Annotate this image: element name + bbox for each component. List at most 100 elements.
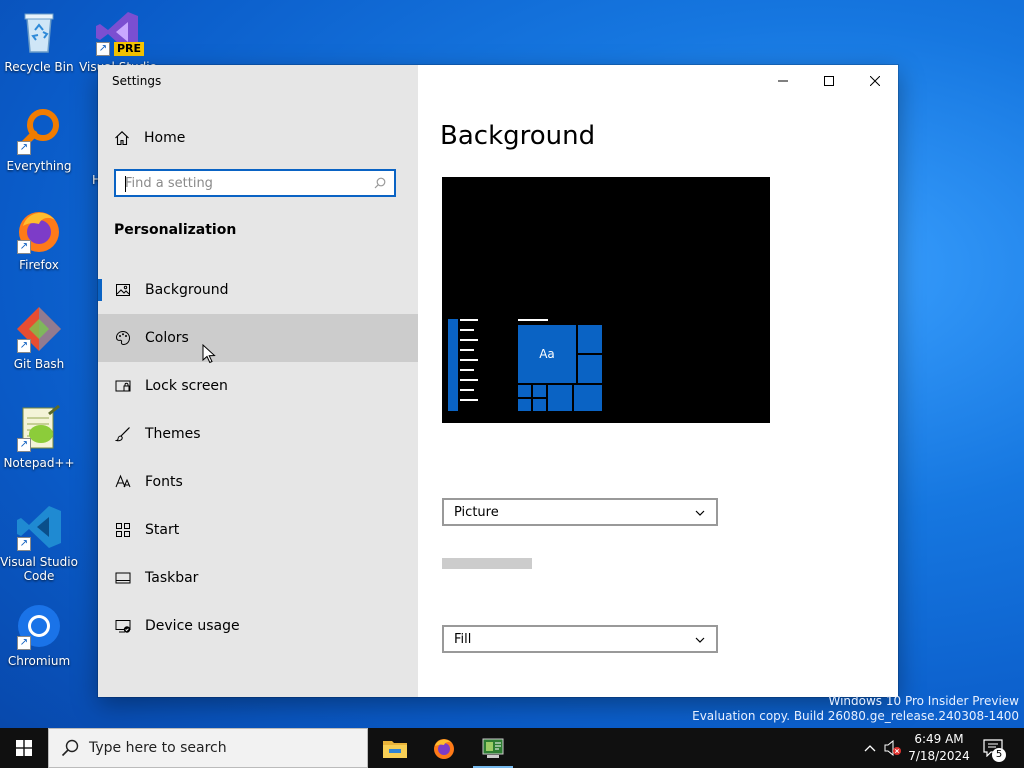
mouse-cursor-icon xyxy=(202,344,216,364)
preview-start-strip xyxy=(448,319,458,411)
shortcut-arrow-icon: ↗ xyxy=(17,141,31,155)
desktop-icon-vscode[interactable]: ↗ Visual Studio Code xyxy=(0,503,78,583)
brush-icon xyxy=(115,426,131,442)
desktop-icon-git-bash[interactable]: ↗ Git Bash xyxy=(0,305,78,371)
preview-tile xyxy=(578,325,602,353)
maximize-icon xyxy=(824,76,834,86)
taskbar-icon xyxy=(115,570,131,586)
volume-button[interactable] xyxy=(882,728,904,768)
home-icon xyxy=(115,131,129,146)
dropdown-value: Fill xyxy=(454,631,472,647)
home-label: Home xyxy=(144,130,186,146)
pre-badge: PRE xyxy=(113,42,144,56)
nav-label: Colors xyxy=(145,330,189,346)
search-icon xyxy=(61,739,79,757)
desktop-icon-firefox[interactable]: ↗ Firefox xyxy=(0,206,78,272)
shortcut-arrow-icon: ↗ xyxy=(17,636,31,650)
nav-item-taskbar[interactable]: Taskbar xyxy=(98,554,418,602)
lock-screen-icon xyxy=(115,378,131,394)
settings-sidebar: Settings Home Personalization Background… xyxy=(98,65,418,697)
nav-item-themes[interactable]: Themes xyxy=(98,410,418,458)
dropdown-value: Picture xyxy=(454,504,499,520)
text-caret xyxy=(125,176,126,192)
git-bash-icon: ↗ xyxy=(15,305,63,353)
firefox-icon xyxy=(434,739,454,759)
file-explorer-icon xyxy=(383,741,407,758)
taskbar: Type here to search 6:49 AM 7/18/2024 5 xyxy=(0,728,1024,768)
notification-count-badge: 5 xyxy=(992,748,1006,762)
nav-label: Themes xyxy=(145,426,201,442)
nav-item-fonts[interactable]: Fonts xyxy=(98,458,418,506)
shortcut-arrow-icon: ↗ xyxy=(17,240,31,254)
desktop-icon-everything[interactable]: ↗ Everything xyxy=(0,107,78,173)
clock-date: 7/18/2024 xyxy=(908,749,970,763)
taskbar-settings-app[interactable] xyxy=(469,728,517,768)
nav-item-background[interactable]: Background xyxy=(98,266,418,314)
desktop-icon-label: Everything xyxy=(6,159,72,173)
preview-tile xyxy=(548,385,572,411)
taskbar-search-box[interactable]: Type here to search xyxy=(48,728,368,768)
preview-tile xyxy=(518,399,531,411)
nav-item-colors[interactable]: Colors xyxy=(98,314,418,364)
desktop-icon-label: Recycle Bin xyxy=(4,60,74,74)
settings-search-input[interactable] xyxy=(116,171,365,195)
home-link[interactable]: Home xyxy=(114,127,185,149)
nav-label: Device usage xyxy=(145,618,240,634)
desktop-icon-label: Visual Studio Code xyxy=(0,555,78,583)
close-button[interactable] xyxy=(852,65,898,97)
taskbar-file-explorer[interactable] xyxy=(371,728,419,768)
preview-tiles-header xyxy=(518,319,548,321)
minimize-icon xyxy=(778,80,788,82)
nav-label: Lock screen xyxy=(145,378,228,394)
desktop-icon-label: Git Bash xyxy=(13,357,65,371)
loading-placeholder xyxy=(442,558,532,569)
picture-icon xyxy=(115,282,131,298)
taskbar-clock[interactable]: 6:49 AM 7/18/2024 xyxy=(904,731,974,765)
chevron-down-icon xyxy=(695,510,705,516)
visual-studio-icon: PRE ↗ xyxy=(94,8,144,56)
shortcut-arrow-icon: ↗ xyxy=(96,42,110,56)
chromium-icon: ↗ xyxy=(15,602,63,650)
watermark-line1: Windows 10 Pro Insider Preview xyxy=(828,694,1019,708)
recycle-bin-icon xyxy=(15,8,63,56)
everything-icon: ↗ xyxy=(15,107,63,155)
start-grid-icon xyxy=(115,522,131,538)
desktop-icon-label: Notepad++ xyxy=(3,456,75,470)
section-title: Personalization xyxy=(114,222,237,238)
nav-item-device-usage[interactable]: Device usage xyxy=(98,602,418,650)
clock-time: 6:49 AM xyxy=(914,732,964,746)
desktop-icon-chromium[interactable]: ↗ Chromium xyxy=(0,602,78,668)
start-button[interactable] xyxy=(0,728,48,768)
shortcut-arrow-icon: ↗ xyxy=(17,438,31,452)
preview-tile xyxy=(578,355,602,383)
window-title: Settings xyxy=(112,74,162,88)
taskbar-search-placeholder: Type here to search xyxy=(89,740,227,756)
action-center-button[interactable]: 5 xyxy=(976,728,1010,768)
page-title: Background xyxy=(440,121,596,151)
nav-item-lock-screen[interactable]: Lock screen xyxy=(98,362,418,410)
minimize-button[interactable] xyxy=(760,65,806,97)
preview-tile xyxy=(574,385,602,411)
show-hidden-icons-button[interactable] xyxy=(860,728,880,768)
firefox-icon: ↗ xyxy=(15,206,63,254)
shortcut-arrow-icon: ↗ xyxy=(17,339,31,353)
desktop-icon-notepad-plus-plus[interactable]: ↗ Notepad++ xyxy=(0,404,78,470)
taskbar-firefox[interactable] xyxy=(420,728,468,768)
search-icon[interactable] xyxy=(374,177,386,189)
notepad-plus-plus-icon: ↗ xyxy=(15,404,63,452)
nav-item-start[interactable]: Start xyxy=(98,506,418,554)
chevron-up-icon xyxy=(864,745,876,752)
vscode-icon: ↗ xyxy=(15,503,63,551)
maximize-button[interactable] xyxy=(806,65,852,97)
watermark-line2: Evaluation copy. Build 26080.ge_release.… xyxy=(692,709,1019,723)
preview-large-tile: Aa xyxy=(518,325,576,383)
settings-main-panel: Background Aa Picture Fill xyxy=(418,65,898,697)
preview-tile xyxy=(518,385,531,397)
chevron-down-icon xyxy=(695,637,705,643)
font-icon xyxy=(115,474,131,490)
settings-search-box[interactable] xyxy=(114,169,396,197)
desktop-icon-recycle-bin[interactable]: Recycle Bin xyxy=(0,8,78,74)
background-type-dropdown[interactable]: Picture xyxy=(442,498,718,526)
fit-dropdown[interactable]: Fill xyxy=(442,625,718,653)
preview-start-list xyxy=(460,319,478,401)
